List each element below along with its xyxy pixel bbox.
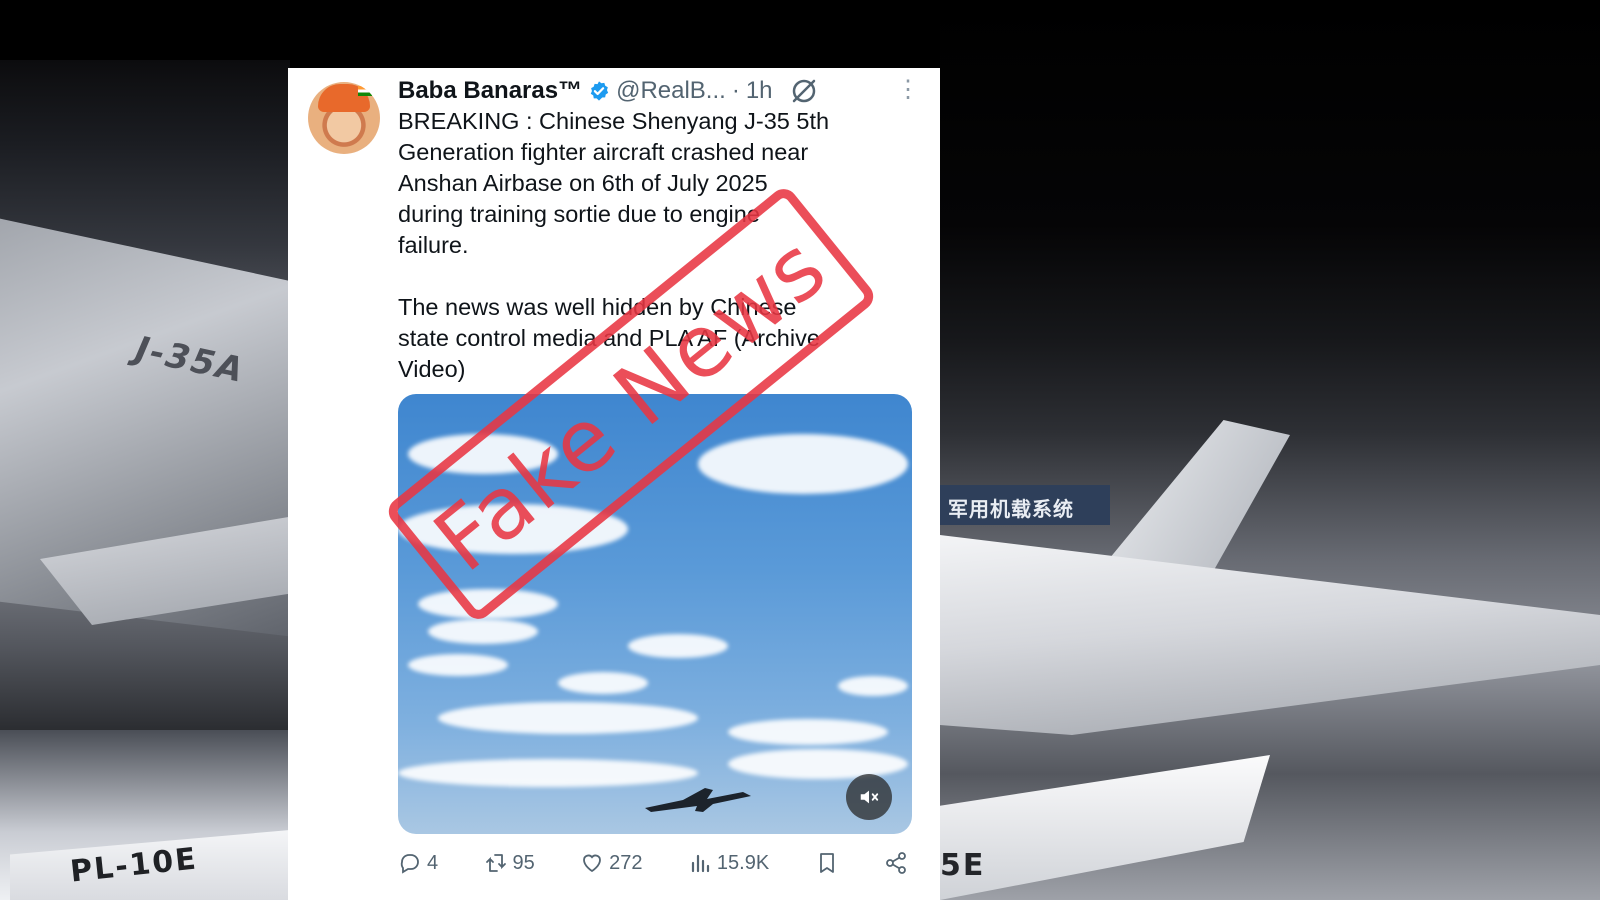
- avatar[interactable]: [308, 82, 380, 154]
- missile-marking-right: 5E: [940, 848, 986, 883]
- tweet-card: Baba Banaras™ @RealB... · 1h ⋮ BREAKING …: [288, 68, 940, 900]
- share-button[interactable]: [884, 851, 908, 875]
- jet-tail: [1100, 420, 1290, 570]
- verified-badge-icon: [590, 81, 609, 101]
- display-name[interactable]: Baba Banaras™: [398, 77, 582, 105]
- views-icon: [691, 854, 710, 873]
- cloud: [408, 654, 508, 676]
- bookmark-icon: [819, 853, 834, 873]
- like-count: 272: [609, 851, 643, 874]
- tweet-paragraph: BREAKING : Chinese Shenyang J-35 5th Gen…: [398, 108, 830, 258]
- repost-count: 95: [512, 851, 535, 874]
- view-count: 15.9K: [716, 851, 770, 874]
- cloud: [428, 619, 538, 644]
- more-icon[interactable]: ⋮: [896, 78, 920, 102]
- reply-icon: [400, 854, 419, 874]
- bookmark-button[interactable]: [815, 851, 839, 875]
- reply-button[interactable]: 4: [398, 851, 438, 875]
- banner-text: 军用机载系统: [948, 497, 1074, 521]
- jet-silhouette: [645, 788, 751, 812]
- tweet-header: Baba Banaras™ @RealB... · 1h ⋮: [398, 76, 920, 106]
- missile-right: [940, 755, 1270, 900]
- reply-count: 4: [427, 851, 439, 874]
- tweet-video[interactable]: [398, 394, 912, 834]
- cloud: [698, 434, 908, 494]
- repost-button[interactable]: 95: [484, 851, 535, 875]
- cloud: [728, 749, 908, 779]
- cloud: [418, 589, 558, 619]
- tweet-body: BREAKING : Chinese Shenyang J-35 5th Gen…: [398, 106, 923, 416]
- repost-icon: [485, 854, 506, 872]
- cloud: [628, 634, 728, 658]
- timestamp[interactable]: 1h: [746, 77, 773, 105]
- tweet-paragraph: The news was well hidden by Chinese stat…: [398, 294, 820, 382]
- like-icon: [583, 854, 602, 873]
- cloud: [728, 719, 888, 745]
- jet-wing-right: [940, 535, 1600, 735]
- cloud: [398, 504, 628, 554]
- avatar-flag: [358, 86, 372, 96]
- handle[interactable]: @RealB...: [616, 77, 726, 105]
- background-photo-left: J-35A PL-10E: [0, 60, 290, 900]
- cloud: [838, 676, 908, 696]
- views-button[interactable]: 15.9K: [688, 851, 769, 875]
- separator: ·: [731, 77, 740, 104]
- like-button[interactable]: 272: [580, 851, 643, 875]
- mute-icon: [860, 790, 879, 804]
- cloud: [408, 434, 558, 474]
- grok-icon[interactable]: [789, 76, 819, 106]
- cloud: [438, 702, 698, 734]
- mute-button[interactable]: [846, 774, 892, 820]
- share-icon: [886, 852, 906, 874]
- background-photo-right: 军用机载系统 5E: [940, 0, 1600, 900]
- tweet-actions: 4 95 272 15.9K: [398, 848, 908, 878]
- cloud: [558, 672, 648, 694]
